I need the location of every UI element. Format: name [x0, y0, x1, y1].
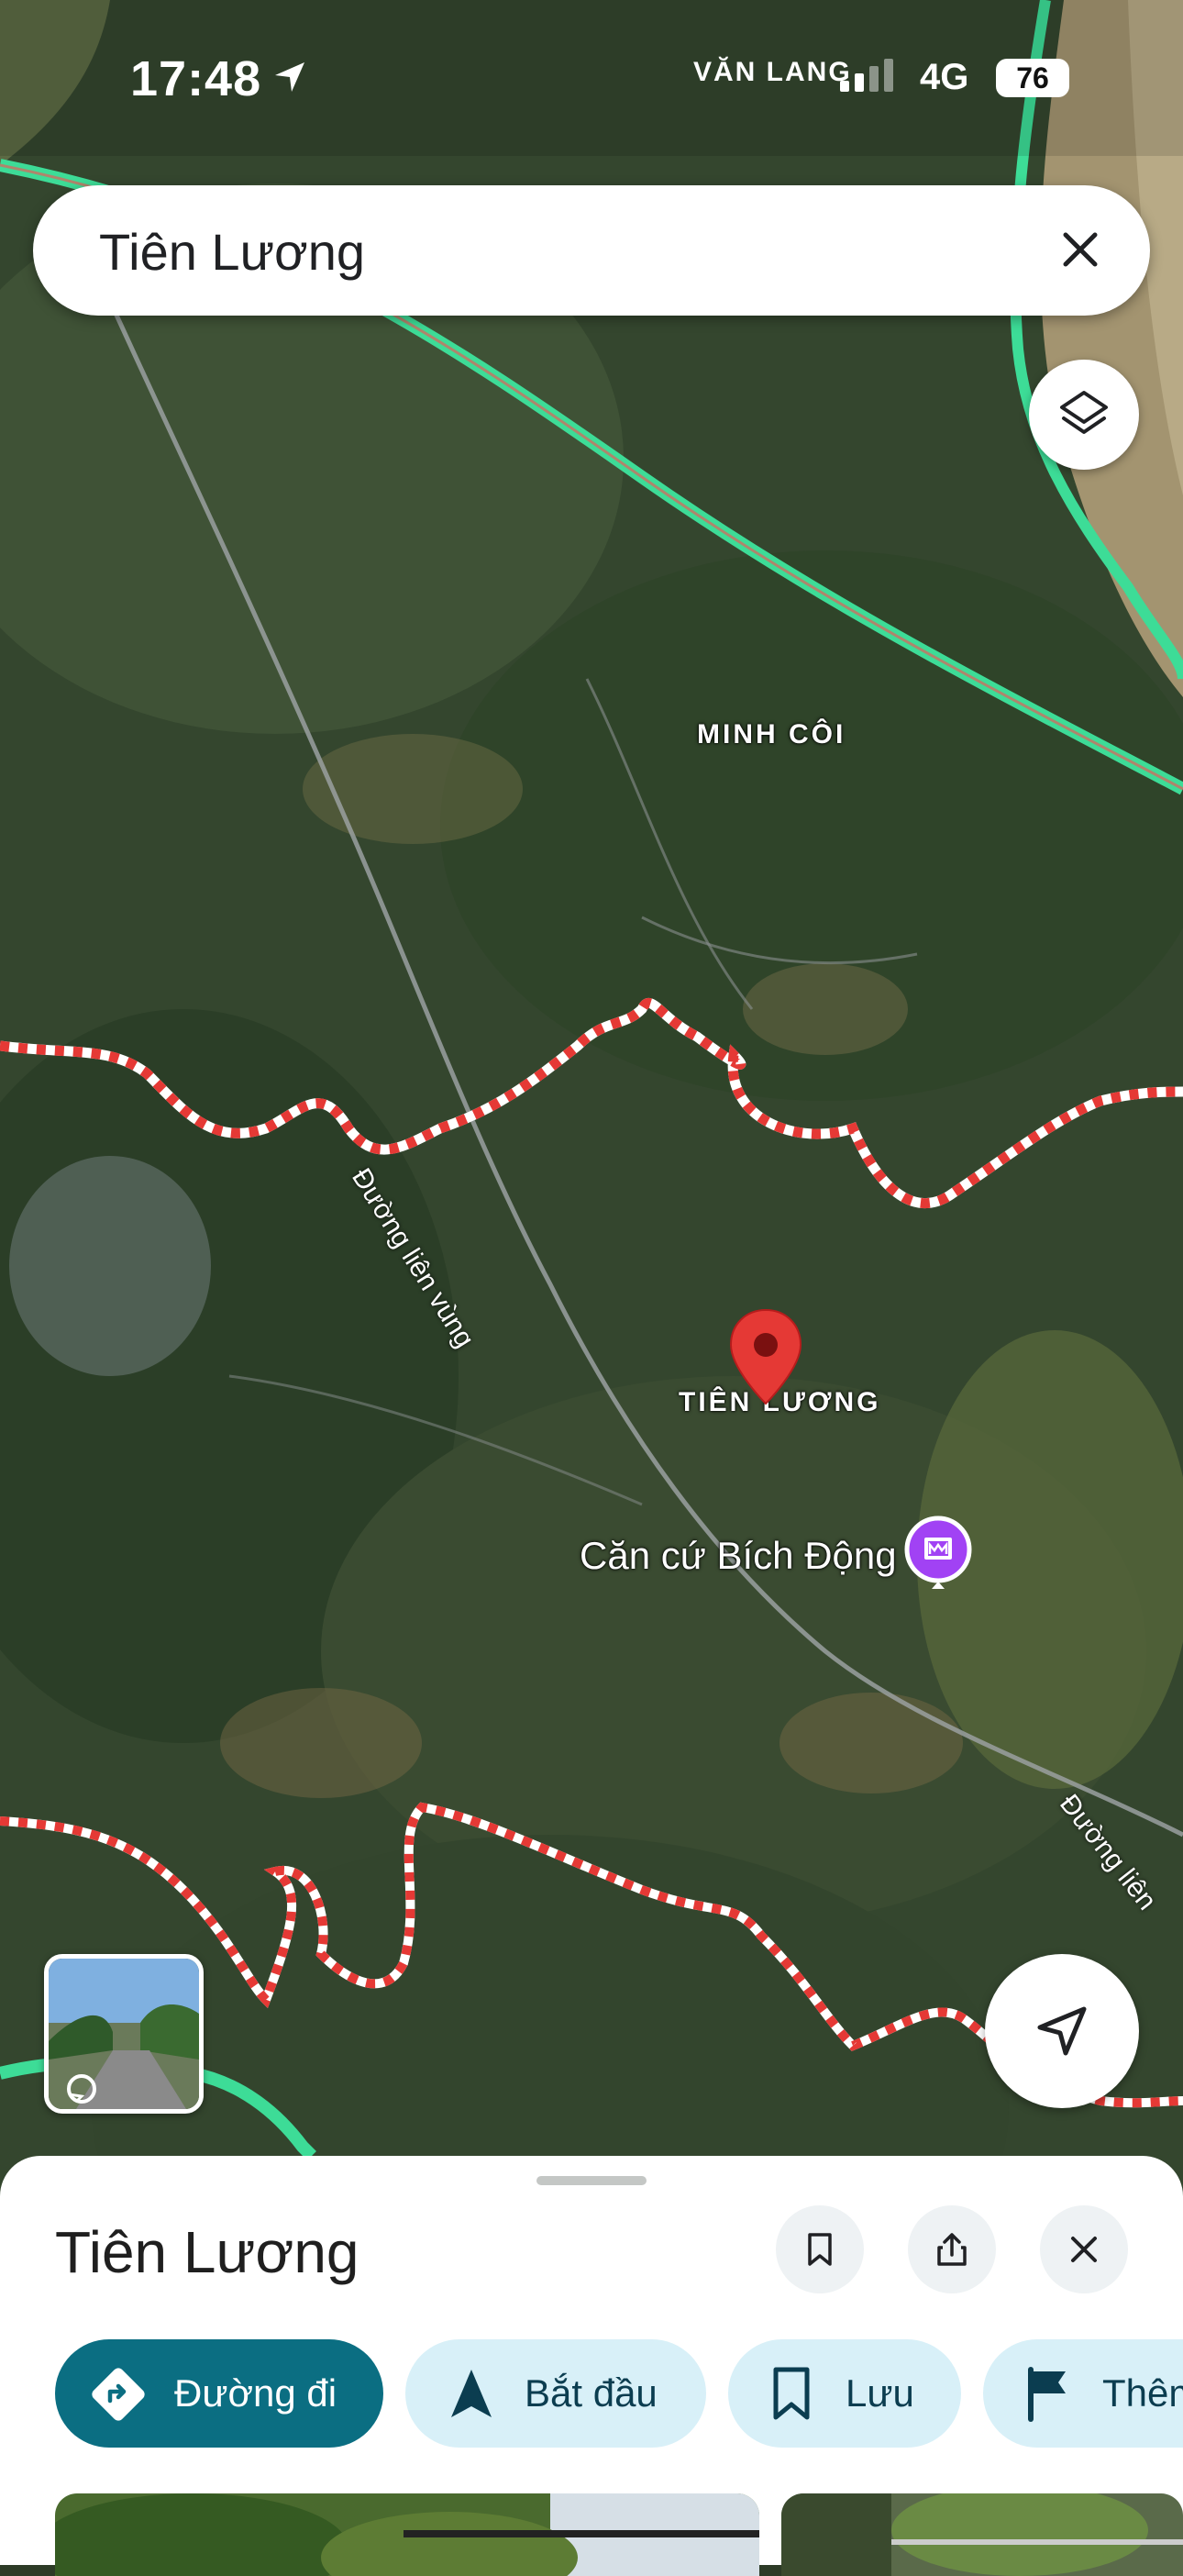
save-label: Lưu: [846, 2371, 914, 2415]
close-icon: [1071, 2237, 1097, 2262]
status-bar: 17:48 VĂN LANG 4G 76: [0, 0, 1183, 156]
location-pin-icon[interactable]: [727, 1306, 804, 1407]
photo-preview: [55, 2493, 759, 2576]
place-label-minh-coi[interactable]: MINH CÔI: [697, 719, 846, 750]
location-services-icon: [275, 62, 304, 92]
share-icon: [937, 2233, 967, 2266]
poi-label-bich-dong[interactable]: Căn cứ Bích Động: [580, 1534, 897, 1578]
flag-icon: [1028, 2367, 1066, 2422]
bookmark-icon: [808, 2233, 832, 2266]
street-view-thumbnail[interactable]: [44, 1954, 204, 2114]
layers-icon: [1060, 391, 1108, 434]
place-bottom-sheet[interactable]: Tiên Lương Đường đi Bắt đầu Lưu Thê: [0, 2156, 1183, 2576]
close-icon[interactable]: [1051, 220, 1110, 279]
share-button[interactable]: [908, 2205, 996, 2293]
directions-icon: [92, 2368, 145, 2421]
sheet-drag-handle[interactable]: [536, 2176, 647, 2185]
map-layers-button[interactable]: [1029, 360, 1139, 470]
my-location-button[interactable]: [985, 1954, 1139, 2108]
save-button[interactable]: Lưu: [728, 2339, 961, 2448]
carrier-label: VĂN LANG: [693, 57, 852, 87]
more-button[interactable]: Thêm: [983, 2339, 1183, 2448]
action-chips: Đường đi Bắt đầu Lưu Thêm: [55, 2339, 1183, 2449]
bookmark-icon: [773, 2367, 810, 2420]
start-button[interactable]: Bắt đầu: [405, 2339, 706, 2448]
search-query[interactable]: Tiên Lương: [99, 222, 365, 282]
directions-label: Đường đi: [174, 2371, 337, 2415]
photo-preview: [781, 2493, 1183, 2576]
battery-level: 76: [996, 59, 1069, 97]
navigation-arrow-icon: [1037, 2006, 1087, 2056]
network-type: 4G: [920, 57, 969, 97]
museum-poi-icon[interactable]: [904, 1516, 972, 1593]
navigation-icon: [451, 2370, 492, 2417]
directions-button[interactable]: Đường đi: [55, 2339, 383, 2448]
more-label: Thêm: [1102, 2371, 1183, 2415]
cellular-signal-icon: [840, 59, 893, 92]
close-sheet-button[interactable]: [1040, 2205, 1128, 2293]
place-photo[interactable]: [781, 2493, 1183, 2576]
clock: 17:48: [130, 51, 262, 106]
start-label: Bắt đầu: [525, 2371, 658, 2415]
search-bar[interactable]: Tiên Lương: [33, 185, 1150, 316]
street-view-preview: [49, 1959, 199, 2109]
place-photo[interactable]: [55, 2493, 759, 2576]
save-place-button[interactable]: [776, 2205, 864, 2293]
place-title: Tiên Lương: [55, 2219, 359, 2285]
place-photos: [55, 2493, 1183, 2576]
